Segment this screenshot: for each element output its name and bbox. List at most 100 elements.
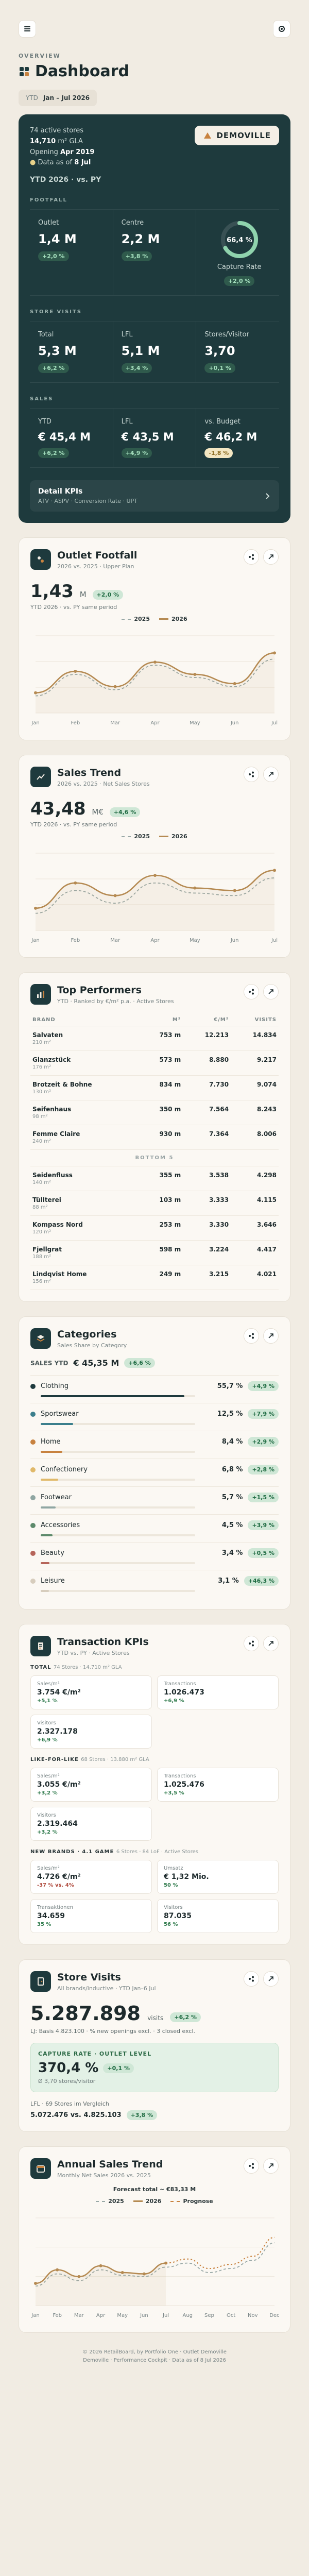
category-share: 3,4 % [221,1549,243,1557]
kpi-stores-per-visitor[interactable]: Stores/Visitor 3,70 +0,1 % [196,321,279,382]
share-button[interactable] [244,549,259,565]
category-total-label: SALES YTD [30,1359,68,1367]
category-line: Accessories 4,5 % +3,9 % [30,1520,279,1531]
category-row[interactable]: Leisure 3,1 % +46,3 % [30,1570,279,1598]
category-row[interactable]: Clothing 55,7 % +4,9 % [30,1375,279,1403]
column-header[interactable]: M² [139,1014,183,1027]
expand-button[interactable] [263,1971,279,1987]
table-row[interactable]: Tüllterei 88 m² 103 m 3.333 4.115 [30,1191,279,1216]
data-point[interactable] [153,874,157,877]
table-row[interactable]: Lindqvist Home 156 m² 249 m 3.215 4.021 [30,1265,279,1291]
transaction-kpis-card: Transaction KPIs YTD vs. PY · Active Sto… [19,1624,290,1945]
metric-tile[interactable]: Transactions 1.026.473 +6,9 % [157,1675,279,1710]
data-point[interactable] [121,2271,124,2275]
metric-tile[interactable]: Sales/m² 3.055 €/m² +3,2 % [30,1768,152,1802]
card-subtitle: 2026 vs. 2025 · Net Sales Stores [57,780,150,787]
page-footer: © 2026 RetailBoard, by Portfolio One · O… [0,2348,309,2365]
table-row[interactable]: Fjellgrat 188 m² 598 m 3.224 4.417 [30,1240,279,1266]
kpi-visits-total[interactable]: Total 5,3 M +6,2 % [30,321,113,383]
expand-button[interactable] [263,767,279,783]
category-row[interactable]: Confectionery 6,8 % +2,8 % [30,1459,279,1486]
expand-button[interactable] [263,549,279,565]
share-button[interactable] [244,984,259,1000]
table-row[interactable]: Brotzeit & Bohne 130 m² 834 m 7.730 9.074 [30,1075,279,1101]
x-tick-label: Apr [150,938,160,943]
kpi-capture-rate[interactable]: 66,4 % Capture Rate +2,0 % [196,210,279,295]
metric-delta: +3,5 % [164,1790,184,1797]
data-point[interactable] [34,2282,37,2285]
column-header[interactable]: BRAND [30,1014,140,1027]
expand-button[interactable] [263,1328,279,1344]
date-range-selector[interactable]: YTD Jan – Jul 2026 [19,90,97,106]
share-button[interactable] [244,1971,259,1987]
metric-tile[interactable]: Sales/m² 4.726 €/m² -37 % vs. 4% [30,1860,152,1894]
share-button[interactable] [244,767,259,783]
data-point[interactable] [113,685,117,688]
data-point[interactable] [99,2264,102,2268]
annual-sales-trend-card: Annual Sales Trend Monthly Net Sales 202… [19,2146,290,2333]
expand-icon [268,772,273,777]
data-point[interactable] [142,2272,146,2276]
category-row[interactable]: Home 8,4 % +2,9 % [30,1431,279,1459]
share-button[interactable] [244,2158,259,2174]
share-button[interactable] [244,1636,259,1652]
data-point[interactable] [233,682,236,686]
legend-label: 2026 [171,833,187,840]
kpi-outlet-footfall[interactable]: Outlet 1,4 M +2,0 % [30,210,113,296]
card-titles: Outlet Footfall 2026 vs. 2025 · Upper Pl… [57,550,137,570]
expand-button[interactable] [263,1636,279,1652]
column-header[interactable]: €/M² [183,1014,231,1027]
metric-label: Visitors [37,1812,56,1819]
category-row[interactable]: Footwear 5,7 % +1,5 % [30,1486,279,1514]
kpi-sales-ytd[interactable]: YTD € 45,4 M +6,2 % [30,409,113,468]
metric-tile[interactable]: Transactions 1.025.476 +3,5 % [157,1768,279,1802]
kpi-centre-footfall[interactable]: Centre 2,2 M +3,8 % [113,210,197,296]
kpi-sales-lfl[interactable]: LFL € 43,5 M +4,9 % [113,409,197,468]
table-row[interactable]: Seidenfluss 140 m² 355 m 3.538 4.298 [30,1166,279,1192]
category-line: Home 8,4 % +2,9 % [30,1437,279,1447]
table-row[interactable]: Kompass Nord 120 m² 253 m 3.330 3.646 [30,1215,279,1241]
data-point[interactable] [233,889,236,892]
data-point[interactable] [193,886,197,890]
footfall-value-row: 1,43 M +2,0 % [30,581,279,602]
data-point[interactable] [153,660,157,664]
data-point[interactable] [74,670,77,673]
visits-unit: visits [147,2014,164,2022]
cell-m2: 253 m [139,1215,183,1241]
data-point[interactable] [34,907,37,910]
data-point[interactable] [74,882,77,885]
metric-tile[interactable]: Umsatz € 1,32 Mio. 50 % [157,1860,279,1894]
table-row[interactable]: Salvaten 210 m² 753 m 12.213 14.834 [30,1026,279,1052]
metric-tile[interactable]: Visitors 2.319.464 +3,2 % [30,1807,152,1841]
gla-line: 14,710 m² GLA [30,137,94,147]
x-tick-label: Jun [230,938,239,943]
kpi-sales-budget[interactable]: vs. Budget € 46,2 M -1,8 % [196,409,279,467]
data-point[interactable] [34,691,37,694]
brand-cell: Seifenhaus 98 m² [30,1100,140,1126]
data-point[interactable] [193,673,197,676]
data-point[interactable] [273,869,276,872]
expand-button[interactable] [263,2158,279,2174]
settings-button[interactable] [273,20,290,38]
column-header[interactable]: VISITS [231,1014,279,1027]
table-row[interactable]: Glanzstück 176 m² 573 m 8.880 9.217 [30,1050,279,1076]
metric-tile[interactable]: Visitors 2.327.178 +6,9 % [30,1715,152,1749]
kpi-visits-lfl[interactable]: LFL 5,1 M +3,4 % [113,321,197,383]
data-point[interactable] [77,2275,81,2279]
share-button[interactable] [244,1328,259,1344]
menu-button[interactable] [19,20,36,38]
metric-tile[interactable]: Sales/m² 3.754 €/m² +5,1 % [30,1675,152,1710]
category-row[interactable]: Accessories 4,5 % +3,9 % [30,1514,279,1542]
category-row[interactable]: Sportswear 12,5 % +7,9 % [30,1403,279,1431]
category-row[interactable]: Beauty 3,4 % +0,5 % [30,1542,279,1570]
table-row[interactable]: Seifenhaus 98 m² 350 m 7.564 8.243 [30,1100,279,1126]
metric-tile[interactable]: Visitors 87.035 56 % [157,1899,279,1934]
table-row[interactable]: Femme Claire 240 m² 930 m 7.364 8.006 [30,1125,279,1150]
legend-label: Prognose [183,2198,213,2205]
data-point[interactable] [273,651,276,655]
detail-kpis-link[interactable]: Detail KPIs ATV · ASPV · Conversion Rate… [30,480,279,512]
data-point[interactable] [113,894,117,897]
data-point[interactable] [56,2268,59,2272]
metric-tile[interactable]: Transaktionen 34.659 35 % [30,1899,152,1934]
expand-button[interactable] [263,984,279,1000]
